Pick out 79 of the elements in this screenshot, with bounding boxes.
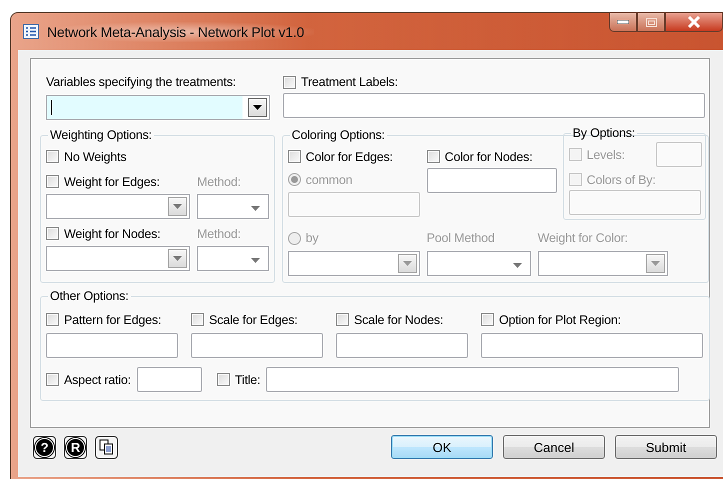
pool-method-label: Pool Method (426, 231, 496, 245)
checkbox-label: No Weights (64, 150, 126, 164)
text-field[interactable] (288, 192, 420, 217)
checkbox-label: Treatment Labels: (301, 75, 398, 89)
checkbox[interactable] (46, 373, 59, 386)
caret-icon (251, 258, 260, 262)
checkbox-label: Color for Edges: (306, 150, 393, 164)
checkbox-label: Option for Plot Region: (499, 312, 621, 326)
checkbox[interactable] (46, 313, 59, 326)
minimize-button[interactable] (609, 12, 637, 32)
checkbox-label: Weight for Edges: (64, 174, 160, 188)
text-field[interactable] (283, 93, 705, 118)
checkbox-label: Levels: (586, 148, 625, 162)
maximize-button[interactable] (637, 12, 665, 32)
checkbox[interactable] (46, 175, 59, 188)
copy-button[interactable] (95, 436, 118, 458)
text-field[interactable] (336, 333, 468, 358)
text-field[interactable] (46, 333, 178, 358)
group-title: Weighting Options: (49, 128, 153, 142)
window-title: Network Meta-Analysis - Network Plot v1.0 (47, 22, 314, 42)
method-label: Method: (197, 174, 241, 188)
checkbox-label: Pattern for Edges: (64, 312, 162, 326)
dialog-button[interactable]: OK (391, 435, 493, 459)
caret-icon (173, 204, 182, 209)
checkbox-label: Colors of By: (586, 172, 656, 186)
checkbox[interactable] (191, 313, 204, 326)
close-button[interactable] (665, 12, 723, 32)
minimize-icon (617, 20, 629, 24)
caret-icon (251, 206, 260, 210)
dialog-button[interactable]: Submit (615, 435, 717, 459)
checkbox-label: Scale for Edges: (209, 312, 298, 326)
treatments-label: Variables specifying the treatments: (46, 74, 237, 91)
combo-box[interactable] (288, 251, 420, 276)
dropdown[interactable] (197, 194, 269, 219)
app-icon (23, 24, 39, 39)
checkbox[interactable] (481, 313, 494, 326)
checkbox[interactable] (336, 313, 349, 326)
caret-icon (253, 105, 262, 110)
r-button[interactable]: R (64, 436, 87, 458)
text-field[interactable] (426, 168, 557, 193)
copy-icon (99, 439, 114, 455)
checkbox-label: Title: (234, 372, 260, 386)
checkbox-label: Aspect ratio: (64, 372, 131, 386)
maximize-icon (646, 18, 656, 26)
caret-icon (512, 262, 522, 268)
checkbox[interactable] (288, 150, 301, 163)
method-label: Method: (197, 226, 241, 240)
checkbox-label: Scale for Nodes: (354, 312, 444, 326)
group-title: Other Options: (49, 289, 130, 303)
caret-icon (650, 261, 660, 266)
caret-icon (402, 261, 412, 266)
treatments-combo-box[interactable] (46, 95, 270, 120)
dialog-button[interactable]: Cancel (503, 435, 605, 459)
caret-icon (173, 256, 182, 261)
text-field[interactable] (191, 333, 323, 358)
text-field[interactable] (568, 190, 701, 215)
text-field[interactable] (481, 333, 703, 358)
combo-box[interactable] (538, 251, 668, 276)
group-title: By Options: (572, 126, 636, 140)
combo-box[interactable] (46, 246, 190, 271)
checkbox[interactable] (426, 150, 440, 163)
weight-for-color-label: Weight for Color: (538, 231, 628, 245)
text-field[interactable] (266, 367, 680, 392)
checkbox-label: Weight for Nodes: (64, 226, 160, 240)
dropdown[interactable] (197, 246, 269, 271)
checkbox[interactable] (46, 227, 59, 240)
checkbox[interactable] (46, 150, 59, 163)
radio-label: by (306, 231, 318, 245)
combo-box[interactable] (46, 194, 190, 219)
checkbox-label: Color for Nodes: (444, 150, 532, 164)
help-button[interactable]: ? (33, 436, 56, 458)
checkbox[interactable] (283, 76, 296, 88)
dropdown[interactable] (426, 251, 531, 276)
text-field[interactable] (136, 367, 202, 392)
close-icon (687, 16, 701, 28)
checkbox[interactable] (216, 373, 230, 386)
radio-label: common (306, 172, 352, 186)
text-field[interactable] (656, 142, 702, 167)
group-title: Coloring Options: (290, 128, 386, 142)
